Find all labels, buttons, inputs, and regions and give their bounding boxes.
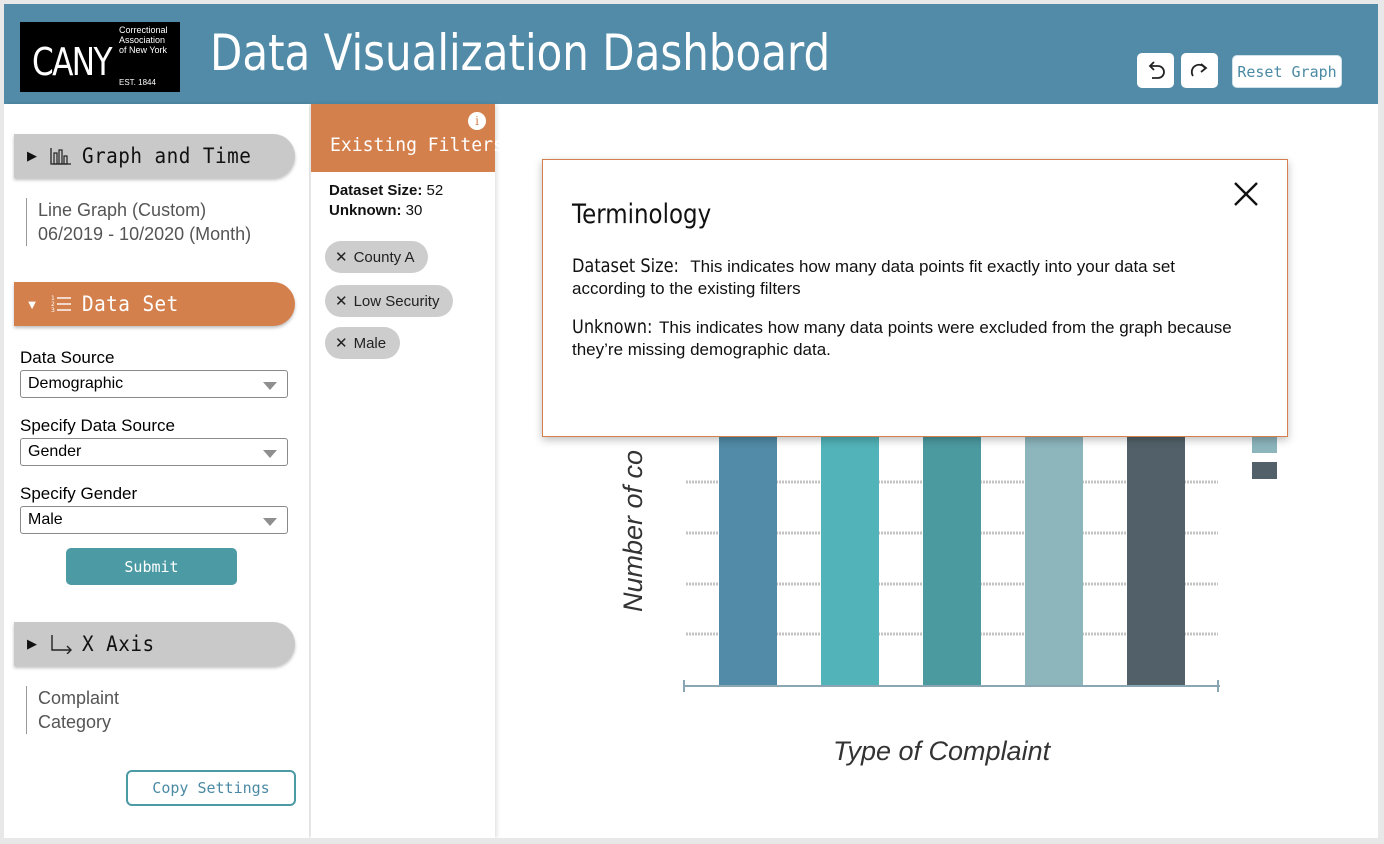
y-axis-label: Number of co	[618, 450, 648, 612]
copy-settings-button[interactable]: Copy Settings	[126, 770, 296, 806]
filter-chip-gender[interactable]: ✕ Male	[325, 327, 401, 359]
filter-chip-security[interactable]: ✕ Low Security	[325, 285, 454, 317]
legend-swatch	[1252, 436, 1277, 453]
section-graph-and-time[interactable]: ▶ Graph and Time	[14, 134, 295, 178]
collapse-triangle-icon: ▼	[25, 296, 39, 312]
bar-3[interactable]	[923, 404, 981, 686]
specify-data-source-select[interactable]: Gender	[20, 438, 288, 466]
submit-button[interactable]: Submit	[66, 548, 237, 585]
term-key: Dataset Size:	[572, 255, 679, 277]
info-icon[interactable]: i	[468, 112, 486, 130]
specify-gender-label: Specify Gender	[20, 484, 138, 503]
dashboard-window: CANY Correctional Association of New Yor…	[4, 4, 1378, 838]
terminology-modal: Terminology Dataset Size: This indicates…	[542, 159, 1288, 437]
dropdown-caret-icon	[263, 382, 277, 390]
bar-4[interactable]	[1025, 404, 1083, 686]
axis-arrow-icon	[50, 634, 82, 654]
legend-swatch	[1252, 462, 1277, 479]
remove-x-icon: ✕	[335, 249, 348, 266]
settings-sidebar: ▶ Graph and Time Line Graph (Custom) 06/…	[4, 104, 309, 838]
filters-header: Existing Filters i	[311, 104, 504, 172]
specify-gender-select[interactable]: Male	[20, 506, 288, 534]
bar-chart-icon	[50, 147, 82, 165]
close-icon[interactable]	[1233, 181, 1259, 207]
cany-logo: CANY Correctional Association of New Yor…	[20, 22, 180, 92]
undo-button[interactable]	[1137, 53, 1174, 88]
remove-x-icon: ✕	[335, 335, 348, 352]
dropdown-caret-icon	[263, 518, 277, 526]
specify-data-source-label: Specify Data Source	[20, 416, 175, 435]
term-key: Unknown:	[572, 316, 653, 338]
unknown-stat: Unknown: 30	[329, 202, 423, 219]
dataset-size-stat: Dataset Size: 52	[329, 182, 444, 199]
header-bar: CANY Correctional Association of New Yor…	[4, 4, 1378, 104]
bar-2[interactable]	[821, 404, 879, 686]
section-data-set[interactable]: ▼ 1 2 3 Data Set	[14, 282, 295, 326]
modal-title: Terminology	[572, 199, 712, 230]
data-source-select[interactable]: Demographic	[20, 370, 288, 398]
section-label: X Axis	[82, 632, 155, 656]
dropdown-caret-icon	[263, 450, 277, 458]
svg-text:3: 3	[51, 307, 55, 314]
section-label: Data Set	[82, 292, 179, 316]
bar-1[interactable]	[719, 404, 777, 686]
remove-x-icon: ✕	[335, 293, 348, 310]
existing-filters-panel: Existing Filters i Dataset Size: 52 Unkn…	[311, 104, 504, 838]
term-dataset-size: Dataset Size: This indicates how many da…	[572, 255, 1252, 300]
term-definition: This indicates how many data points were…	[572, 318, 1232, 359]
undo-icon	[1148, 60, 1165, 79]
logo-org-name: Correctional Association of New York	[119, 25, 168, 55]
filters-title: Existing Filters	[330, 134, 504, 156]
logo-wordmark: CANY	[32, 40, 113, 84]
redo-button[interactable]	[1181, 53, 1218, 88]
bar-5[interactable]	[1127, 404, 1185, 686]
x-axis-label: Type of Complaint	[833, 736, 1052, 766]
reset-graph-button[interactable]: Reset Graph	[1232, 55, 1342, 88]
section-x-axis[interactable]: ▶ X Axis	[14, 622, 295, 666]
redo-icon	[1190, 62, 1207, 76]
x-axis-summary: Complaint Category	[26, 686, 119, 734]
numbered-list-icon: 1 2 3	[50, 294, 82, 314]
expand-triangle-icon: ▶	[27, 148, 37, 163]
filter-chip-county[interactable]: ✕ County A	[325, 241, 429, 273]
logo-est: EST. 1844	[119, 78, 156, 87]
section-label: Graph and Time	[82, 144, 252, 168]
data-source-label: Data Source	[20, 348, 115, 367]
term-unknown: Unknown: This indicates how many data po…	[572, 316, 1252, 361]
app-title: Data Visualization Dashboard	[210, 24, 831, 82]
graph-time-summary: Line Graph (Custom) 06/2019 - 10/2020 (M…	[26, 198, 251, 246]
expand-triangle-icon: ▶	[27, 636, 37, 651]
